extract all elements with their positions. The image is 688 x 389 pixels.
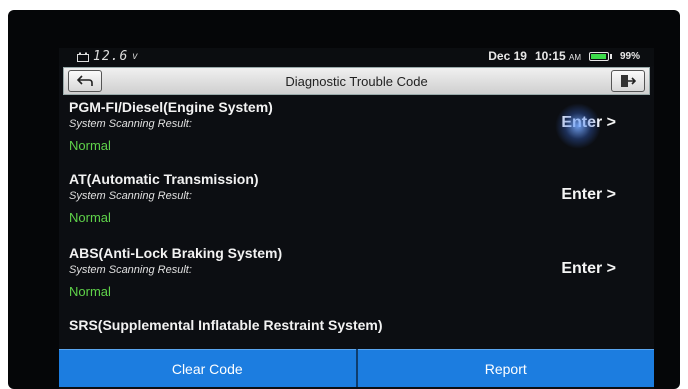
voltage-value: 12.6	[93, 49, 129, 64]
exit-button[interactable]	[611, 70, 645, 92]
scan-result-status: Normal	[69, 210, 111, 225]
time-text: 10:15	[534, 49, 566, 63]
scan-result-status: Normal	[69, 138, 111, 153]
system-row-transmission[interactable]: AT(Automatic Transmission) System Scanni…	[59, 168, 654, 240]
clock: 10:15 AM	[535, 49, 581, 63]
system-name: SRS(Supplemental Inflatable Restraint Sy…	[69, 317, 383, 333]
ampm-text: AM	[568, 53, 581, 62]
clear-code-button[interactable]: Clear Code	[59, 349, 356, 387]
device-frame: 12.6 v Dec 19 10:15 AM 99% Diagnostic Tr…	[8, 10, 680, 389]
status-bar: 12.6 v Dec 19 10:15 AM 99%	[59, 48, 654, 66]
scan-result-status: Normal	[69, 284, 111, 299]
page-title: Diagnostic Trouble Code	[285, 74, 428, 89]
battery-icon	[588, 51, 612, 61]
enter-button[interactable]: Enter >	[561, 260, 616, 278]
exit-door-icon	[621, 75, 636, 87]
system-name: AT(Automatic Transmission)	[69, 171, 259, 187]
title-bar: Diagnostic Trouble Code	[63, 67, 650, 95]
bottom-toolbar: Clear Code Report	[59, 349, 654, 387]
scan-result-label: System Scanning Result:	[69, 190, 192, 202]
scan-result-label: System Scanning Result:	[69, 264, 192, 276]
scan-result-label: System Scanning Result:	[69, 118, 192, 130]
scanner-screen: 12.6 v Dec 19 10:15 AM 99% Diagnostic Tr…	[59, 48, 654, 389]
voltage-unit: v	[132, 51, 138, 62]
system-name: ABS(Anti-Lock Braking System)	[69, 245, 283, 261]
voltage-indicator: 12.6 v	[77, 49, 137, 64]
status-right: Dec 19 10:15 AM 99%	[488, 49, 640, 63]
system-name: PGM-FI/Diesel(Engine System)	[69, 99, 273, 115]
enter-button[interactable]: Enter >	[561, 114, 616, 132]
battery-percent: 99%	[619, 50, 640, 62]
car-battery-icon	[77, 52, 89, 62]
system-row-engine[interactable]: PGM-FI/Diesel(Engine System) System Scan…	[59, 96, 654, 168]
date-text: Dec 19	[488, 49, 527, 63]
enter-button[interactable]: Enter >	[561, 186, 616, 204]
system-row-abs[interactable]: ABS(Anti-Lock Braking System) System Sca…	[59, 242, 654, 314]
report-button[interactable]: Report	[357, 349, 654, 387]
